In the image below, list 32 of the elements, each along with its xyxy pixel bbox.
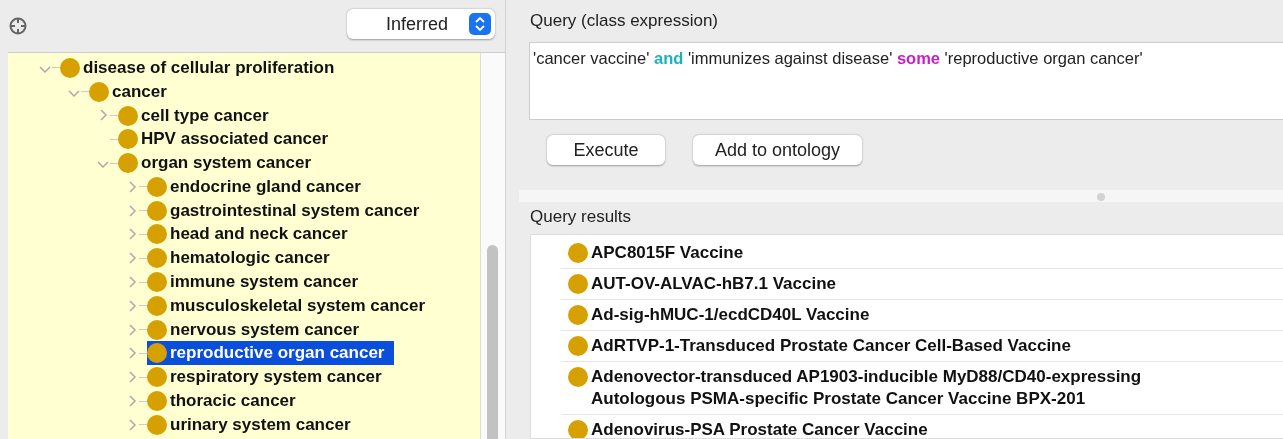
result-item[interactable]: Adenovector-transduced AP1903-inducible MyD88/CD40-expressing Autologous PSMA-specific Prostate Cancer Vaccine BPX-201 bbox=[561, 362, 1283, 415]
tree-item[interactable]: respiratory system cancer bbox=[147, 365, 392, 390]
action-button[interactable]: Add to ontology bbox=[693, 135, 863, 165]
tree-item[interactable]: musculoskeletal system cancer bbox=[147, 293, 436, 318]
tree-item[interactable]: disease of cellular proliferation bbox=[60, 55, 345, 80]
result-item[interactable]: APC8015F Vaccine bbox=[561, 238, 1283, 269]
tree-item[interactable]: organ system cancer bbox=[118, 151, 322, 176]
result-item[interactable]: AUT-OV-ALVAC-hB7.1 Vaccine bbox=[561, 269, 1283, 300]
result-item[interactable]: Adenovirus-PSA Prostate Cancer Vaccine bbox=[561, 415, 1283, 438]
mode-dropdown[interactable]: Inferred bbox=[347, 9, 495, 39]
panel-title: Query results bbox=[530, 207, 633, 228]
tree-item[interactable]: urinary system cancer bbox=[147, 412, 361, 437]
tree-item[interactable]: head and neck cancer bbox=[147, 222, 358, 247]
stepper-icon bbox=[473, 16, 487, 32]
query-editor[interactable]: 'cancer vaccine' and 'immunizes against disease' some 'reproductive organ cancer' bbox=[529, 42, 1283, 120]
tree-item[interactable]: nervous system cancer bbox=[147, 317, 369, 342]
scrollbar-thumb[interactable] bbox=[487, 245, 498, 439]
result-item[interactable]: Ad-sig-hMUC-1/ecdCD40L Vaccine bbox=[561, 300, 1283, 331]
panel-title: Query (class expression) bbox=[530, 11, 719, 32]
result-item[interactable]: AdRTVP-1-Transduced Prostate Cancer Cell-Based Vaccine bbox=[561, 331, 1283, 362]
action-button[interactable]: Execute bbox=[547, 135, 665, 165]
crosshair-icon[interactable] bbox=[9, 17, 27, 35]
tree-item[interactable]: HPV associated cancer bbox=[118, 127, 339, 152]
tree-item[interactable]: endocrine gland cancer bbox=[147, 174, 371, 199]
tree-item[interactable]: hematologic cancer bbox=[147, 246, 340, 271]
scrollbar[interactable] bbox=[480, 53, 505, 439]
tree-item[interactable]: thoracic cancer bbox=[147, 389, 306, 414]
tree-item[interactable]: cell type cancer bbox=[118, 103, 279, 128]
tree-item[interactable]: reproductive organ cancer bbox=[147, 341, 395, 366]
tree-item[interactable]: cancer bbox=[89, 79, 177, 104]
tree-item[interactable]: immune system cancer bbox=[147, 270, 369, 295]
tree-item[interactable]: gastrointestinal system cancer bbox=[147, 198, 430, 223]
